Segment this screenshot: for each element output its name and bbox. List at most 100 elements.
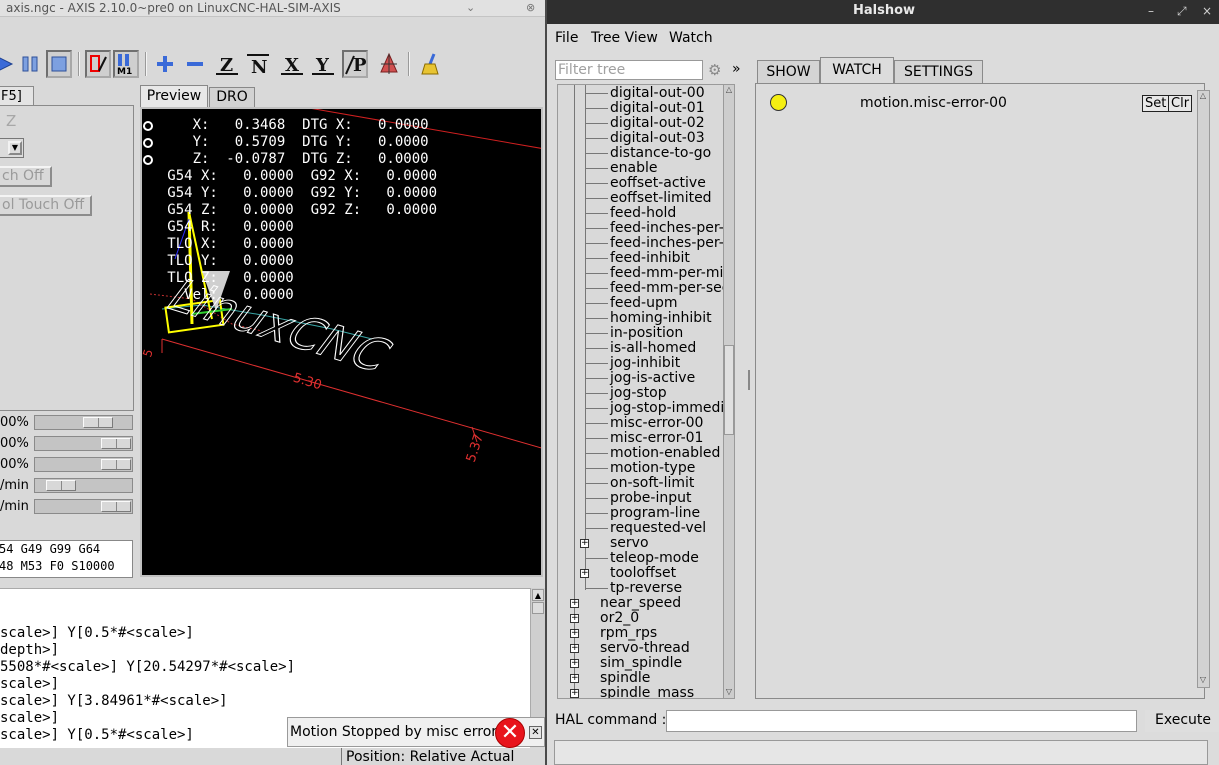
override-slider[interactable] [34,499,133,514]
tree-item[interactable]: feed-inches-per-s [610,236,731,251]
tree-item[interactable]: in-position [610,326,683,341]
tree-item[interactable]: or2_0 [600,611,639,626]
tree-item[interactable]: distance-to-go [610,146,711,161]
scroll-thumb[interactable] [724,345,734,435]
override-slider[interactable] [34,436,133,451]
tab-watch[interactable]: WATCH [820,57,894,83]
tree-item[interactable]: teleop-mode [610,551,699,566]
view-y-icon[interactable]: Y [310,50,336,78]
tree-item[interactable]: tooloffset [610,566,676,581]
slider-thumb[interactable] [83,417,113,428]
tab-mdi-f5[interactable]: F5] [0,86,34,106]
tree-item[interactable]: feed-upm [610,296,678,311]
gcode-line[interactable]: 5508*#<scale>] Y[20.54297*#<scale>] [0,659,530,676]
tree-item[interactable]: jog-stop [610,386,667,401]
tree-expand-icon[interactable]: + [580,569,589,578]
tree-item[interactable]: misc-error-00 [610,416,703,431]
tool-touch-off-button[interactable]: ol Touch Off [0,195,93,216]
tree-item[interactable]: digital-out-01 [610,101,705,116]
scroll-up-icon[interactable]: △ [724,85,734,95]
tree-item[interactable]: feed-inches-per-m [610,221,732,236]
tree-item[interactable]: spindle_mass [600,686,694,699]
slider-thumb[interactable] [101,459,131,470]
view-z-icon[interactable]: Z [214,50,240,78]
tree-item[interactable]: spindle [600,671,650,686]
tree-item[interactable]: eoffset-limited [610,191,712,206]
gcode-line[interactable]: scale>] Y[3.84961*#<scale>] [0,693,530,710]
axis-minimize-button[interactable]: ⌄ [466,0,475,15]
tree-item[interactable]: rpm_rps [600,626,657,641]
tree-item[interactable]: tp-reverse [610,581,682,596]
tree-item[interactable]: requested-vel [610,521,706,536]
axis-z-radio[interactable]: Z [6,112,16,130]
menu-watch[interactable]: Watch [669,30,713,46]
tree-item[interactable]: feed-mm-per-sec [610,281,729,296]
tree-item[interactable]: motion-enabled [610,446,720,461]
gcode-scrollbar[interactable]: ▲ [530,588,545,718]
gcode-line[interactable]: scale>] Y[0.5*#<scale>] [0,625,530,642]
tree-item[interactable]: digital-out-00 [610,86,705,101]
tree-item[interactable]: program-line [610,506,700,521]
preview-canvas[interactable]: LinuxCNC 5.30 5.37 5 X: 0.3468 DTG X: 0.… [140,107,543,577]
slider-thumb[interactable] [101,501,131,512]
watch-scrollbar[interactable]: △ ▽ [1197,90,1210,688]
menu-tree-view[interactable]: Tree View [591,30,658,46]
zoom-in-icon[interactable] [152,50,178,78]
tree-expand-icon[interactable]: + [580,539,589,548]
step-icon[interactable] [18,50,44,78]
tree-item[interactable]: eoffset-active [610,176,706,191]
clear-backplot-icon[interactable] [418,50,444,78]
view-z2-icon[interactable]: N [245,50,271,78]
tree-expand-icon[interactable]: + [570,614,579,623]
override-slider[interactable] [34,415,133,430]
tree-item[interactable]: servo [610,536,649,551]
zoom-out-icon[interactable] [182,50,208,78]
filter-tree-input[interactable]: Filter tree [555,60,703,80]
scroll-thumb[interactable] [532,602,544,614]
slider-thumb[interactable] [46,480,76,491]
tree-expand-icon[interactable]: + [570,629,579,638]
tree-item[interactable]: enable [610,161,657,176]
close-icon[interactable]: × [1202,4,1212,18]
tree-item[interactable]: motion-type [610,461,695,476]
tree-item[interactable]: jog-stop-immedi [610,401,724,416]
tree-item[interactable]: misc-error-01 [610,431,703,446]
tree-item[interactable]: sim_spindle [600,656,682,671]
tree-expand-icon[interactable]: + [570,689,579,698]
override-slider[interactable] [34,457,133,472]
tree-item[interactable]: probe-input [610,491,691,506]
pane-splitter[interactable] [748,370,750,390]
tab-preview[interactable]: Preview [140,85,208,107]
axis-close-button[interactable]: ⊗ [526,0,535,15]
hal-command-input[interactable] [666,710,1137,732]
view-x-icon[interactable]: X [279,50,305,78]
gcode-line[interactable]: depth>] [0,642,530,659]
set-button[interactable]: Set [1142,95,1170,112]
scroll-up-icon[interactable]: ▲ [532,589,544,601]
tree-expand-icon[interactable]: + [570,644,579,653]
tree-item[interactable]: on-soft-limit [610,476,694,491]
override-slider[interactable] [34,478,133,493]
tree-item[interactable]: servo-thread [600,641,690,656]
minimize-icon[interactable]: – [1148,4,1154,18]
tree-item[interactable]: is-all-homed [610,341,696,356]
clr-button[interactable]: Clr [1168,95,1193,112]
execute-button[interactable]: Execute [1145,710,1219,732]
tree-scrollbar[interactable]: △ ▽ [723,84,735,699]
tree-item[interactable]: near_speed [600,596,681,611]
tab-dro[interactable]: DRO [209,87,255,107]
tree-item[interactable]: feed-inhibit [610,251,690,266]
tree-item[interactable]: feed-hold [610,206,676,221]
tree-item[interactable]: homing-inhibit [610,311,712,326]
gcode-line[interactable]: scale>] [0,676,530,693]
tree-item[interactable]: jog-is-active [610,371,695,386]
menu-file[interactable]: File [555,30,578,46]
run-icon[interactable] [0,50,18,78]
tree-expand-icon[interactable]: + [570,599,579,608]
hal-tree[interactable]: digital-out-00 digital-out-01 digital-out-… [557,84,733,699]
tree-item[interactable]: digital-out-02 [610,116,705,131]
tree-expand-icon[interactable]: + [570,659,579,668]
maximize-icon[interactable]: ⤢ [1177,4,1187,19]
tab-show[interactable]: SHOW [757,60,820,83]
tree-item[interactable]: feed-mm-per-mi [610,266,723,281]
